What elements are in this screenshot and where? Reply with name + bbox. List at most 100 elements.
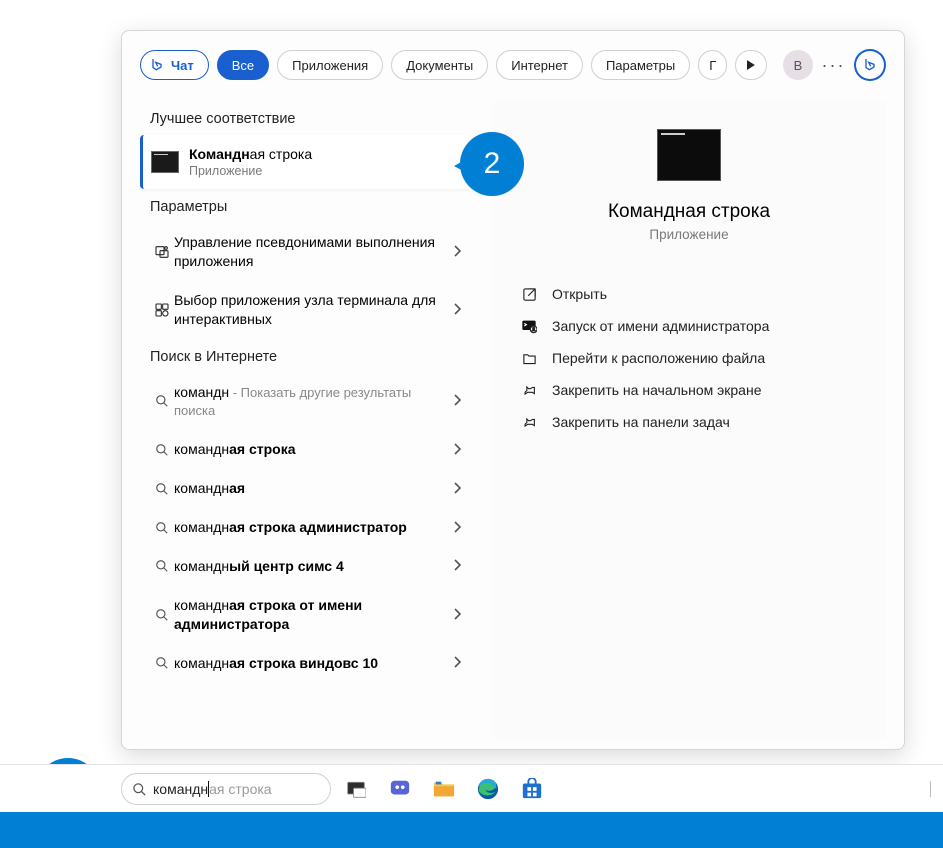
bing-chat-button[interactable] [854,49,886,81]
settings-icon [150,244,174,260]
filter-tab-cut[interactable]: Г [698,50,727,80]
results-column: Лучшее соответствие Командная строка При… [140,101,472,739]
bing-icon [149,57,165,73]
filter-tab-all[interactable]: Все [217,50,269,80]
chat-tab[interactable]: Чат [140,50,209,80]
detail-pane: Командная строка Приложение Открыть Запус… [492,101,886,739]
web-suggestion[interactable]: командная строка виндовс 10 [140,644,472,683]
search-icon [150,394,174,408]
filter-tab-label: Приложения [292,58,368,73]
action-icon [520,287,538,302]
best-match-subtitle: Приложение [189,164,312,178]
store-icon[interactable] [520,777,544,801]
web-suggestion-label: командная строка [174,440,454,459]
action-icon [520,383,538,398]
detail-action[interactable]: Запуск от имени администратора [516,310,862,342]
taskbar-search-input[interactable]: командная строка [121,773,331,805]
chevron-right-icon [454,244,466,260]
best-match-heading: Лучшее соответствие [140,101,472,135]
best-match-title: Командная строка [189,146,312,162]
chevron-right-icon [454,393,466,409]
action-icon [520,351,538,366]
search-flyout: Чат Все Приложения Документы Интернет Па… [121,30,905,750]
cmd-icon [151,151,179,173]
chevron-right-icon [454,442,466,458]
detail-action[interactable]: Открыть [516,278,862,310]
show-desktop-button[interactable] [930,781,931,797]
chat-tab-label: Чат [171,58,194,73]
filter-tab-settings[interactable]: Параметры [591,50,690,80]
web-suggestion-label: командный центр симс 4 [174,557,454,576]
search-icon [150,482,174,496]
action-label: Открыть [552,286,607,302]
web-suggestion-label: командная строка от имени администратора [174,596,454,634]
web-suggestion[interactable]: командная строка администратор [140,508,472,547]
task-view-icon[interactable] [344,777,368,801]
bing-icon [862,57,878,73]
chevron-right-icon [454,607,466,623]
settings-result-label: Выбор приложения узла терминала для инте… [174,291,454,329]
filter-tab-web[interactable]: Интернет [496,50,583,80]
web-suggestion-label: командная [174,479,454,498]
annotation-2: 2 [460,132,524,196]
search-icon [150,521,174,535]
filter-tab-label: Параметры [606,58,675,73]
search-icon [150,443,174,457]
cmd-icon [657,129,721,181]
chevron-right-icon [454,302,466,318]
settings-result[interactable]: Выбор приложения узла терминала для инте… [140,281,472,339]
search-typed-text: командн [153,781,208,797]
settings-result-label: Управление псевдонимами выполнения прило… [174,233,454,271]
filter-tab-label: Г [709,58,716,73]
action-icon [520,318,538,334]
action-label: Закрепить на панели задач [552,414,730,430]
search-ghost-text: ая строка [209,781,271,797]
filter-tab-documents[interactable]: Документы [391,50,488,80]
chevron-right-icon [454,558,466,574]
action-list: Открыть Запуск от имени администратора Пер… [492,278,886,438]
detail-action[interactable]: Закрепить на начальном экране [516,374,862,406]
detail-action[interactable]: Перейти к расположению файла [516,342,862,374]
chevron-right-icon [454,481,466,497]
web-suggestion-label: командн - Показать другие результаты пои… [174,383,454,421]
filter-tab-apps[interactable]: Приложения [277,50,383,80]
play-icon [746,60,756,70]
avatar-initial: В [794,58,803,73]
search-icon [150,608,174,622]
overflow-button[interactable]: ··· [821,55,847,76]
edge-icon[interactable] [476,777,500,801]
web-suggestion[interactable]: командн - Показать другие результаты пои… [140,373,472,431]
action-label: Перейти к расположению файла [552,350,765,366]
action-label: Запуск от имени администратора [552,318,769,334]
web-suggestion-label: командная строка администратор [174,518,454,537]
web-suggestion[interactable]: командная [140,469,472,508]
filter-tab-label: Документы [406,58,473,73]
taskbar-pins [344,777,544,801]
web-heading: Поиск в Интернете [140,339,472,373]
web-suggestion[interactable]: командная строка от имени администратора [140,586,472,644]
search-icon [150,559,174,573]
chat-icon[interactable] [388,777,412,801]
search-icon [132,782,147,797]
detail-title: Командная строка [492,201,886,223]
best-match-item[interactable]: Командная строка Приложение [140,135,472,189]
filter-header: Чат Все Приложения Документы Интернет Па… [140,49,886,81]
action-icon [520,415,538,430]
search-icon [150,656,174,670]
settings-heading: Параметры [140,189,472,223]
settings-icon [150,302,174,318]
action-label: Закрепить на начальном экране [552,382,762,398]
filter-tab-label: Интернет [511,58,568,73]
scroll-right-button[interactable] [735,50,767,80]
taskbar: командная строка [0,764,943,812]
user-avatar[interactable]: В [783,50,813,80]
chevron-right-icon [454,520,466,536]
settings-result[interactable]: Управление псевдонимами выполнения прило… [140,223,472,281]
detail-action[interactable]: Закрепить на панели задач [516,406,862,438]
detail-hero: Командная строка Приложение [492,101,886,242]
explorer-icon[interactable] [432,777,456,801]
web-suggestion[interactable]: командная строка [140,430,472,469]
chevron-right-icon [454,655,466,671]
web-suggestion[interactable]: командный центр симс 4 [140,547,472,586]
web-suggestion-label: командная строка виндовс 10 [174,654,454,673]
